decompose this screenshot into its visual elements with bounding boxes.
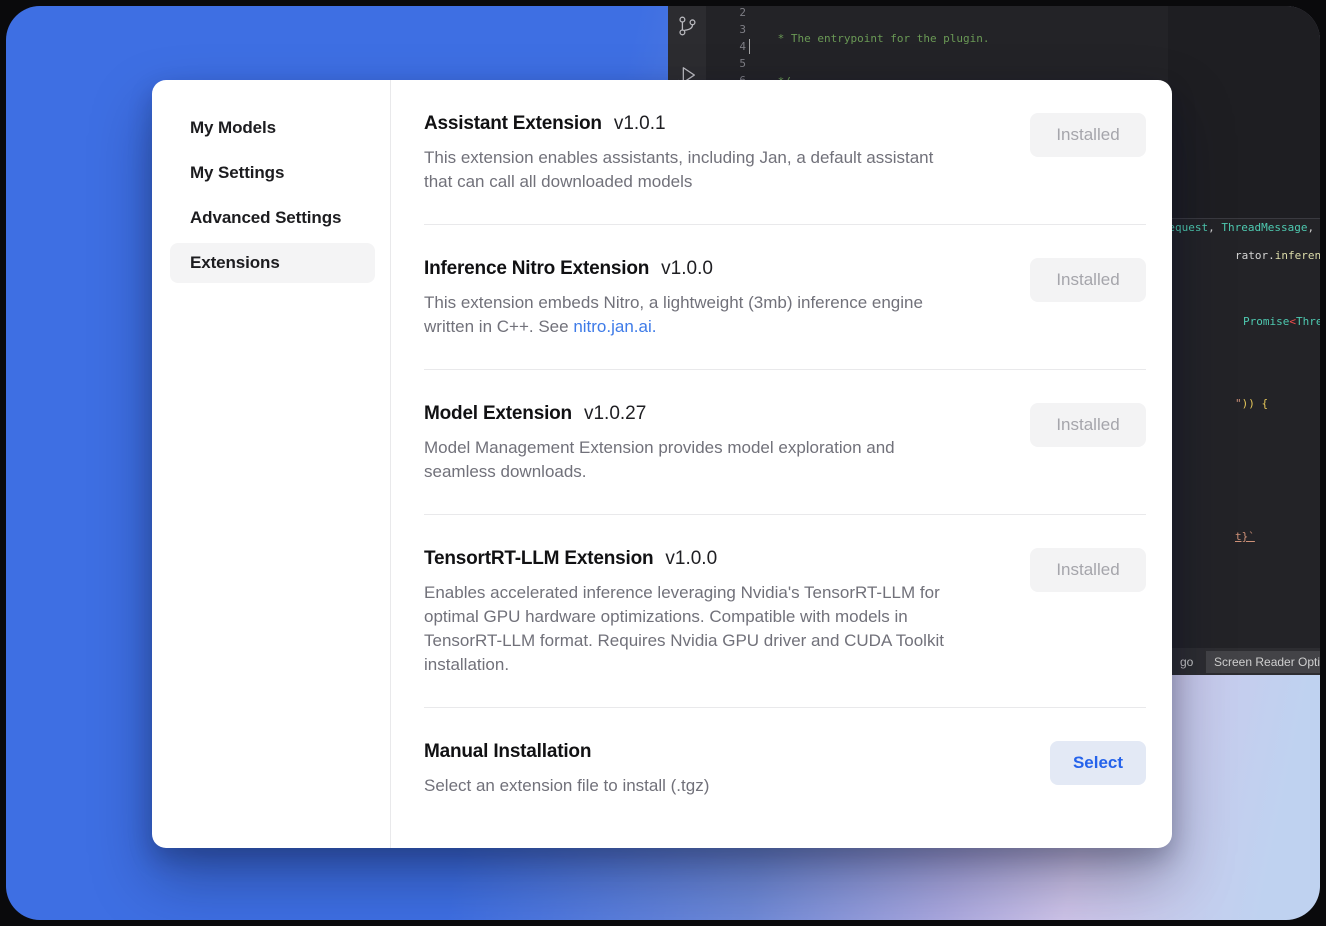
manual-installation-row: Manual Installation Select an extension … xyxy=(424,708,1146,828)
status-bar-text: go xyxy=(1180,655,1193,669)
manual-installation-description: Select an extension file to install (.tg… xyxy=(424,774,1006,798)
extension-version: v1.0.0 xyxy=(661,258,713,280)
installed-button[interactable]: Installed xyxy=(1030,548,1146,592)
extension-version: v1.0.1 xyxy=(614,113,666,135)
source-control-icon[interactable] xyxy=(676,14,698,38)
screen-reader-status-item[interactable]: Screen Reader Optimiz xyxy=(1206,651,1320,673)
extension-row-tensorrt-llm: TensortRT-LLM Extension v1.0.0 Enables a… xyxy=(424,515,1146,708)
installed-button[interactable]: Installed xyxy=(1030,258,1146,302)
code-fragment-inference: rator.inference(data)); xyxy=(1182,235,1320,277)
code-fragment-template-end: t}` xyxy=(1182,516,1255,558)
manual-installation-title: Manual Installation xyxy=(424,741,591,763)
extension-row-assistant: Assistant Extension v1.0.1 This extensio… xyxy=(424,80,1146,225)
select-file-button[interactable]: Select xyxy=(1050,741,1146,785)
code-fragment-block-open: ")) { xyxy=(1182,383,1268,425)
text-cursor xyxy=(749,39,750,54)
sidebar-item-my-models[interactable]: My Models xyxy=(170,108,375,148)
installed-button[interactable]: Installed xyxy=(1030,113,1146,157)
extension-description: Model Management Extension provides mode… xyxy=(424,436,1006,484)
settings-sidebar: My Models My Settings Advanced Settings … xyxy=(152,80,391,848)
line-numbers: 2 3 4 5 6 xyxy=(708,6,746,89)
extension-title: Inference Nitro Extension xyxy=(424,258,649,280)
sidebar-item-extensions[interactable]: Extensions xyxy=(170,243,375,283)
code-fragment-promise: Promise<ThreadMessage> xyxy=(1190,301,1320,343)
desktop-canvas: 2 3 4 5 6 * The entrypoint for the plugi… xyxy=(6,6,1320,920)
extension-description: This extension embeds Nitro, a lightweig… xyxy=(424,291,1006,339)
sidebar-item-my-settings[interactable]: My Settings xyxy=(170,153,375,193)
extension-title: TensortRT-LLM Extension xyxy=(424,548,653,570)
extension-version: v1.0.0 xyxy=(665,548,717,570)
extensions-list: Assistant Extension v1.0.1 This extensio… xyxy=(391,80,1172,848)
installed-button[interactable]: Installed xyxy=(1030,403,1146,447)
extension-description: This extension enables assistants, inclu… xyxy=(424,146,1006,194)
screenshot-frame: 2 3 4 5 6 * The entrypoint for the plugi… xyxy=(0,0,1326,926)
extension-version: v1.0.27 xyxy=(584,403,646,425)
nitro-jan-ai-link[interactable]: nitro.jan.ai xyxy=(573,317,651,336)
extension-title: Model Extension xyxy=(424,403,572,425)
settings-modal: My Models My Settings Advanced Settings … xyxy=(152,80,1172,848)
extension-title: Assistant Extension xyxy=(424,113,602,135)
extension-row-model: Model Extension v1.0.27 Model Management… xyxy=(424,370,1146,515)
sidebar-item-advanced-settings[interactable]: Advanced Settings xyxy=(170,198,375,238)
extension-description: Enables accelerated inference leveraging… xyxy=(424,581,1006,677)
extension-row-inference-nitro: Inference Nitro Extension v1.0.0 This ex… xyxy=(424,225,1146,370)
